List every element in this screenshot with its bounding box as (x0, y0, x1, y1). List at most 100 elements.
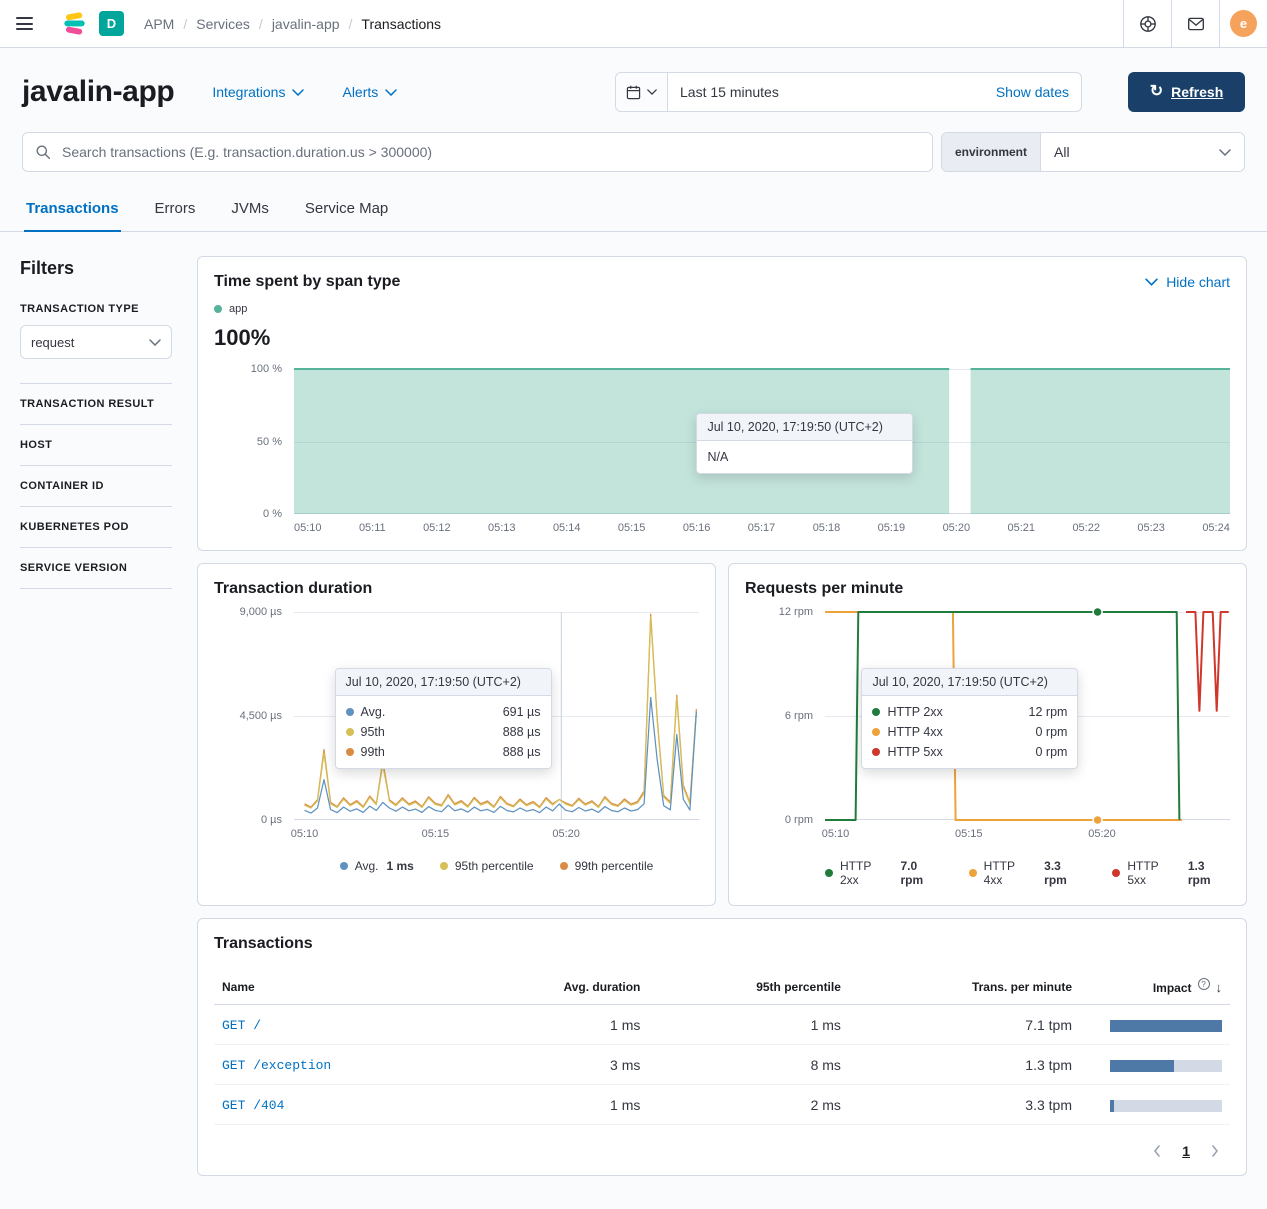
search-input[interactable] (60, 143, 920, 161)
tooltip-header: Jul 10, 2020, 17:19:50 (UTC+2) (697, 414, 912, 441)
legend-label: HTTP 5xx (1127, 859, 1180, 887)
calendar-icon (626, 85, 641, 100)
pagination: 1 (214, 1143, 1230, 1159)
series-dot (346, 708, 354, 716)
tooltip-row: 99th 888 µs (336, 742, 551, 762)
newsfeed-button[interactable] (1171, 0, 1219, 47)
hamburger-menu-button[interactable] (0, 0, 48, 47)
x-tick: 05:11 (359, 522, 386, 534)
chart-tooltip: Jul 10, 2020, 17:19:50 (UTC+2) HTTP 2xx … (861, 668, 1078, 769)
user-menu-button[interactable]: e (1219, 0, 1267, 47)
filter-host[interactable]: HOST (20, 425, 172, 466)
tab-errors[interactable]: Errors (153, 190, 198, 232)
elastic-logo[interactable] (62, 11, 87, 36)
avg-duration-value: 3 ms (463, 1045, 648, 1085)
p95-value: 8 ms (648, 1045, 849, 1085)
tpm-value: 3.3 tpm (849, 1085, 1080, 1125)
transaction-link[interactable]: GET / (222, 1018, 261, 1033)
tooltip-label: Avg. (361, 705, 386, 719)
breadcrumb-separator: / (183, 16, 187, 32)
x-axis: 05:10 05:11 05:12 05:13 05:14 05:15 05:1… (294, 522, 1230, 534)
column-impact[interactable]: Impact?↓ (1080, 969, 1230, 1005)
tab-transactions[interactable]: Transactions (24, 190, 121, 232)
chevron-down-icon (1219, 149, 1231, 156)
impact-bar-track (1110, 1020, 1222, 1032)
transaction-link[interactable]: GET /exception (222, 1058, 331, 1073)
search-row: environment All (0, 126, 1267, 172)
breadcrumb: APM / Services / javalin-app / Transacti… (144, 16, 441, 32)
breadcrumb-separator: / (259, 16, 263, 32)
refresh-button[interactable]: ↻ Refresh (1128, 72, 1245, 112)
tab-service-map[interactable]: Service Map (303, 190, 390, 232)
breadcrumb-apm[interactable]: APM (144, 16, 174, 32)
filter-service-version[interactable]: SERVICE VERSION (20, 548, 172, 589)
date-picker: Last 15 minutes Show dates (615, 72, 1082, 112)
legend-item-99th[interactable]: 99th percentile (560, 859, 654, 873)
hamburger-icon (16, 17, 33, 30)
filter-transaction-result[interactable]: TRANSACTION RESULT (20, 384, 172, 425)
transactions-table-title: Transactions (214, 935, 1230, 953)
impact-bar (1110, 1100, 1114, 1112)
tooltip-label: HTTP 4xx (887, 725, 942, 739)
help-button[interactable] (1123, 0, 1171, 47)
integrations-dropdown[interactable]: Integrations (212, 84, 304, 100)
legend-value: 3.3 rpm (1044, 859, 1086, 887)
tab-jvms[interactable]: JVMs (229, 190, 271, 232)
x-tick: 05:22 (1072, 522, 1100, 534)
envelope-icon (1187, 15, 1205, 33)
legend-item-http-5xx[interactable]: HTTP 5xx 1.3 rpm (1112, 859, 1230, 887)
environment-select[interactable]: All (1041, 133, 1244, 171)
environment-filter: environment All (941, 132, 1245, 172)
duration-chart-area[interactable]: Jul 10, 2020, 17:19:50 (UTC+2) Avg. 691 … (294, 612, 699, 820)
legend-item-http-2xx[interactable]: HTTP 2xx 7.0 rpm (825, 859, 943, 887)
column-name[interactable]: Name (214, 969, 463, 1005)
x-axis: 05:10 05:15 05:20 (294, 828, 699, 843)
requests-per-minute-panel: Requests per minute 12 rpm 6 rpm 0 rpm J… (728, 563, 1247, 906)
span-chart-area[interactable]: Jul 10, 2020, 17:19:50 (UTC+2) N/A (294, 369, 1230, 514)
transaction-type-label: TRANSACTION TYPE (20, 303, 172, 315)
x-tick: 05:10 (291, 828, 319, 840)
p95-value: 2 ms (648, 1085, 849, 1125)
info-icon: ? (1198, 978, 1210, 990)
legend-item-95th[interactable]: 95th percentile (440, 859, 534, 873)
rpm-chart-area[interactable]: Jul 10, 2020, 17:19:50 (UTC+2) HTTP 2xx … (825, 612, 1230, 820)
chevron-left-icon (1152, 1144, 1162, 1158)
breadcrumb-services[interactable]: Services (196, 16, 250, 32)
column-95th-percentile[interactable]: 95th percentile (648, 969, 849, 1005)
rpm-panel-title: Requests per minute (745, 580, 1230, 598)
alerts-dropdown[interactable]: Alerts (342, 84, 397, 100)
service-tabs: Transactions Errors JVMs Service Map (0, 190, 1267, 232)
transaction-type-select[interactable]: request (20, 325, 172, 359)
x-tick: 05:19 (878, 522, 906, 534)
legend-item-http-4xx[interactable]: HTTP 4xx 3.3 rpm (969, 859, 1087, 887)
filter-kubernetes-pod[interactable]: KUBERNETES POD (20, 507, 172, 548)
column-trans-per-minute[interactable]: Trans. per minute (849, 969, 1080, 1005)
column-avg-duration[interactable]: Avg. duration (463, 969, 648, 1005)
legend-item-avg[interactable]: Avg. 1 ms (340, 859, 414, 873)
show-dates-link[interactable]: Show dates (984, 84, 1081, 100)
legend-dot (214, 305, 222, 313)
legend-item-app[interactable]: app (214, 303, 247, 315)
page-number-button[interactable]: 1 (1182, 1143, 1190, 1159)
y-axis: 9,000 µs 4,500 µs 0 µs (214, 612, 294, 820)
integrations-label: Integrations (212, 84, 285, 100)
y-tick: 9,000 µs (240, 606, 282, 618)
chevron-right-icon (1210, 1144, 1220, 1158)
prev-page-button[interactable] (1152, 1144, 1162, 1158)
breadcrumb-service-name[interactable]: javalin-app (272, 16, 340, 32)
legend-dot (825, 869, 833, 877)
transaction-link[interactable]: GET /404 (222, 1098, 284, 1113)
transactions-table-panel: Transactions Name Avg. duration 95th per… (197, 918, 1247, 1176)
y-tick: 4,500 µs (240, 710, 282, 722)
hide-chart-link[interactable]: Hide chart (1145, 274, 1230, 290)
filter-container-id[interactable]: CONTAINER ID (20, 466, 172, 507)
legend-value: 1 ms (386, 859, 413, 873)
next-page-button[interactable] (1210, 1144, 1220, 1158)
deployment-badge[interactable]: D (99, 11, 124, 36)
date-range-value[interactable]: Last 15 minutes (668, 84, 984, 100)
page-title: javalin-app (22, 75, 174, 109)
x-tick: 05:15 (618, 522, 646, 534)
impact-bar-track (1110, 1100, 1222, 1112)
filter-accordions: TRANSACTION RESULT HOST CONTAINER ID KUB… (20, 383, 172, 589)
quick-select-button[interactable] (616, 73, 668, 111)
